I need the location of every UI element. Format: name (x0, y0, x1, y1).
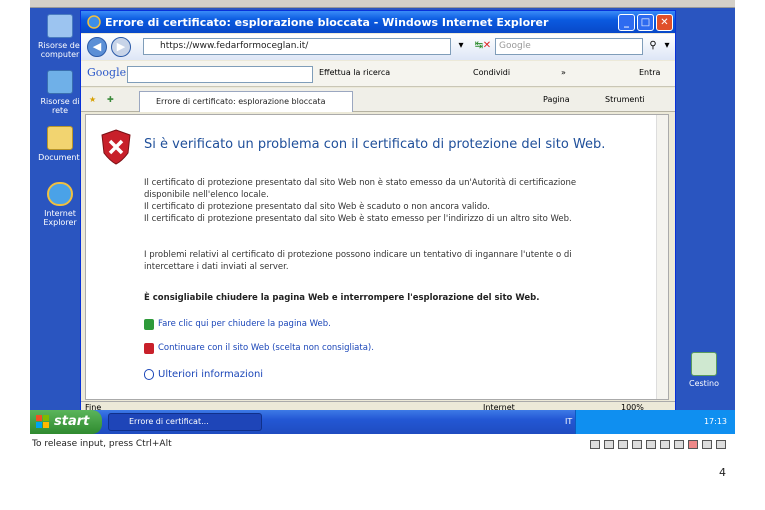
continue-link-text: Continuare con il sito Web (scelta non c… (158, 343, 374, 353)
network-adapter-icon (632, 440, 642, 449)
page-number: 4 (719, 466, 726, 479)
google-logo: Google (87, 66, 127, 79)
red-shield-icon (144, 343, 154, 354)
vm-menubar (30, 0, 735, 8)
continue-link[interactable]: Continuare con il sito Web (scelta non c… (144, 343, 374, 354)
error-heading: Si è verificato un problema con il certi… (144, 137, 606, 152)
ie-icon (47, 182, 73, 206)
share-button[interactable]: Condividi (473, 68, 510, 77)
favorites-star-icon[interactable]: ★ (89, 95, 96, 104)
capture-icon (674, 440, 684, 449)
reason-line: Il certificato di protezione presentato … (144, 178, 577, 188)
google-search-input[interactable] (127, 66, 313, 83)
stop-icon[interactable]: ✕ (479, 38, 495, 55)
network-icon (47, 70, 73, 94)
google-search-button[interactable]: Effettua la ricerca (319, 68, 390, 77)
taskbar-item-ie[interactable]: Errore di certificat... (108, 413, 262, 431)
window-titlebar: Errore di certificato: esplorazione bloc… (81, 11, 675, 33)
release-hint: To release input, press Ctrl+Alt (32, 439, 172, 449)
start-label: start (54, 414, 90, 429)
close-button[interactable]: ✕ (656, 13, 673, 31)
windows-flag-icon (36, 415, 49, 428)
desktop-icon-label: Risorse di rete (40, 97, 80, 115)
ie-icon (87, 15, 101, 29)
page-content: Si è verificato un problema con il certi… (85, 114, 669, 400)
clock: 17:13 (703, 417, 727, 426)
usb-icon (646, 440, 656, 449)
tools-menu[interactable]: Strumenti (605, 95, 645, 104)
google-toolbar: Google Effettua la ricerca Condividi » E… (81, 61, 675, 87)
warning-line: I problemi relativi al certificato di pr… (144, 250, 572, 260)
address-bar: ◀ ▶ https://www.fedarformoceglan.it/ ▾ ↹… (81, 34, 675, 60)
record-icon (688, 440, 698, 449)
language-indicator[interactable]: IT (565, 417, 572, 426)
page-menu[interactable]: Pagina (543, 95, 570, 104)
maximize-button[interactable]: □ (637, 13, 654, 31)
close-page-link[interactable]: Fare clic qui per chiudere la pagina Web… (144, 319, 331, 330)
error-shield-icon (101, 129, 131, 165)
tab-active[interactable]: Errore di certificato: esplorazione bloc… (139, 91, 353, 112)
back-button[interactable]: ◀ (87, 37, 107, 57)
more-info-link[interactable]: Ulteriori informazioni (144, 369, 263, 380)
floppy-icon (618, 440, 628, 449)
mouse-icon (702, 440, 712, 449)
minimize-button[interactable]: _ (618, 13, 635, 31)
slide: Risorse del computer Risorse di rete Doc… (0, 0, 765, 510)
host-key-icon (716, 440, 726, 449)
system-tray: 17:13 (575, 410, 735, 434)
desktop-icon-label: Cestino (689, 379, 719, 388)
window-title: Errore di certificato: esplorazione bloc… (105, 15, 549, 29)
warning-line: intercettare i dati inviati al server. (144, 262, 289, 272)
vm-status-bar: To release input, press Ctrl+Alt (30, 434, 735, 454)
close-page-link-text: Fare clic qui per chiudere la pagina Web… (158, 319, 331, 329)
add-favorite-icon[interactable]: ✚ (107, 95, 114, 104)
tab-bar: ★ ✚ Errore di certificato: esplorazione … (81, 88, 675, 112)
reason-line: Il certificato di protezione presentato … (144, 202, 490, 212)
taskbar: start Errore di certificat... IT 17:13 (30, 410, 735, 434)
vertical-scrollbar[interactable] (656, 115, 668, 399)
green-shield-icon (144, 319, 154, 330)
computer-icon (47, 14, 73, 38)
more-info-link-text: Ulteriori informazioni (158, 369, 264, 380)
desktop-icon-recycle[interactable]: Cestino (676, 352, 732, 388)
forward-button[interactable]: ▶ (111, 37, 131, 57)
url-input[interactable]: https://www.fedarformoceglan.it/ (143, 38, 451, 55)
search-input[interactable]: Google (495, 38, 643, 55)
more-chevron[interactable]: » (561, 68, 566, 77)
recommendation: È consigliabile chiudere la pagina Web e… (144, 293, 540, 303)
cd-icon (604, 440, 614, 449)
desktop-icon-label: Internet Explorer (43, 209, 77, 227)
chevron-down-icon[interactable]: ▾ (659, 38, 675, 55)
recycle-bin-icon (691, 352, 717, 376)
hdd-icon (590, 440, 600, 449)
login-button[interactable]: Entra (639, 68, 660, 77)
expand-icon (144, 369, 154, 380)
ie-window: Errore di certificato: esplorazione bloc… (80, 10, 676, 412)
desktop-icon-label: Risorse del computer (38, 41, 82, 59)
desktop-icon-label: Documenti (38, 153, 82, 162)
reason-line: Il certificato di protezione presentato … (144, 214, 572, 224)
folder-icon (47, 126, 73, 150)
reason-line: disponibile nell'elenco locale. (144, 190, 269, 200)
start-button[interactable]: start (30, 410, 102, 434)
shared-folder-icon (660, 440, 670, 449)
